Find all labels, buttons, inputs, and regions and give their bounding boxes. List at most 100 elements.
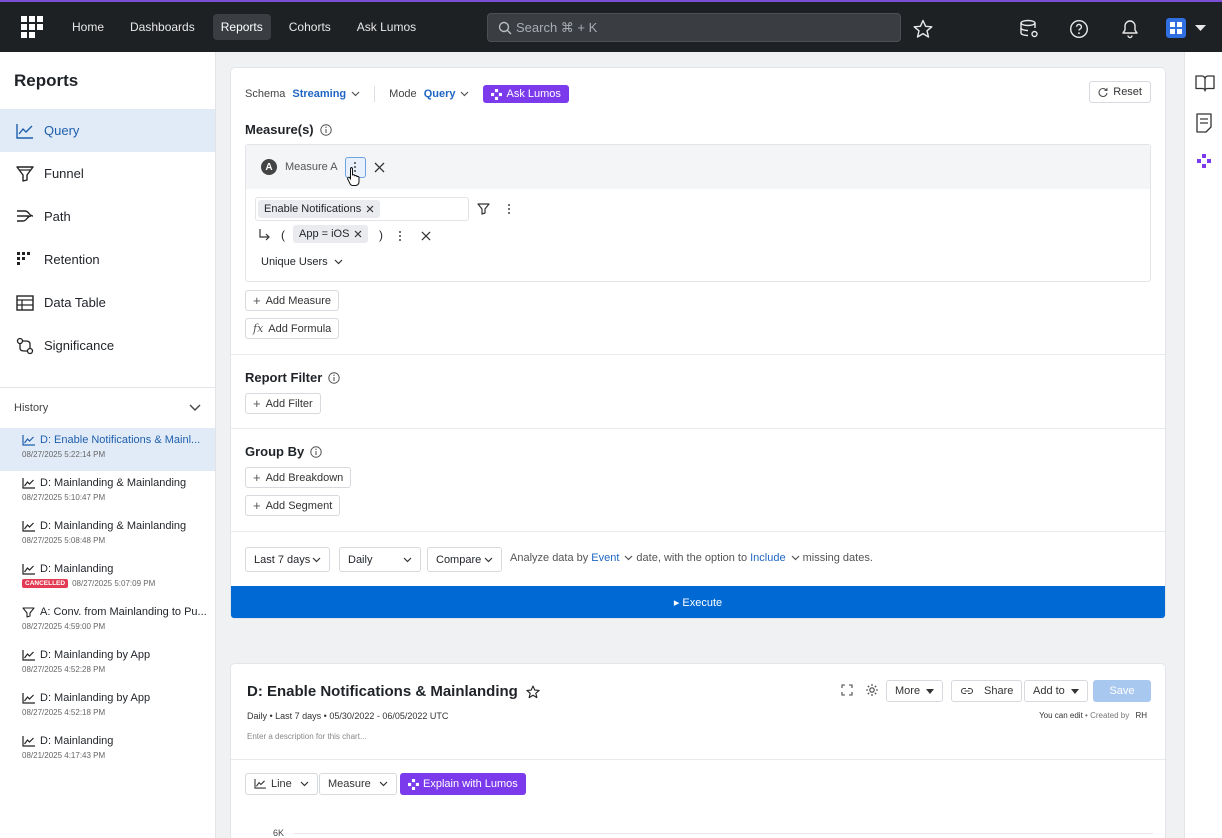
chart-type-dropdown[interactable]: Line [245,773,318,795]
cancelled-badge: CANCELLED [22,579,69,588]
chevron-down-icon[interactable] [189,404,201,412]
add-filter-label: Add Filter [265,397,313,410]
query-builder-panel: Schema Streaming Mode Query Ask Lumos Re… [231,68,1165,618]
info-icon[interactable] [319,123,332,136]
granularity-dropdown[interactable]: Daily [339,547,421,572]
sidebar-item-path[interactable]: Path [0,195,215,238]
add-to-label: Add to [1033,685,1065,697]
sidebar-item-data-table[interactable]: Data Table [0,281,215,324]
event-chip[interactable]: Enable Notifications [258,200,381,218]
sidebar-item-significance[interactable]: Significance [0,324,215,367]
date-basis-dropdown[interactable]: Event [591,552,633,564]
add-breakdown-button[interactable]: + Add Breakdown [245,467,352,488]
add-formula-button[interactable]: fx Add Formula [245,318,340,339]
history-item[interactable]: D: Mainlanding 08/21/2025 4:17:43 PM [0,729,215,772]
event-chip-label: Enable Notifications [264,203,362,215]
mode-dropdown[interactable]: Query [424,88,470,100]
sidebar-item-retention[interactable]: Retention [0,238,215,281]
chart-title[interactable]: D: Enable Notifications & Mainlanding [247,683,518,700]
history-item[interactable]: D: Mainlanding by App 08/27/2025 4:52:18… [0,686,215,729]
divider [231,759,1165,760]
measure-dropdown-value: Measure [328,778,371,790]
add-measure-button[interactable]: + Add Measure [245,290,340,311]
line-chart-icon [22,434,35,446]
add-filter-button[interactable]: + Add Filter [245,393,321,414]
info-icon[interactable] [328,371,340,384]
close-icon[interactable] [374,162,385,173]
app-launcher-icon[interactable] [0,2,64,52]
event-selector[interactable]: Enable Notifications [255,197,469,221]
history-item[interactable]: A: Conv. from Mainlanding to Pu... 08/27… [0,600,215,643]
star-icon[interactable] [526,684,540,699]
sidebar-item-label: Funnel [44,166,84,181]
nav-cohorts[interactable]: Cohorts [281,14,339,40]
chart-description-input[interactable]: Enter a description for this chart... [247,732,367,741]
report-filter-section-title: Report Filter [245,370,340,385]
kebab-icon[interactable] [398,230,402,242]
add-to-dropdown-button[interactable]: Add to [1024,680,1088,702]
creator-initials: RH [1135,711,1147,720]
info-icon[interactable] [310,445,322,458]
fullscreen-icon[interactable] [841,684,853,696]
nav-reports[interactable]: Reports [212,14,271,40]
kebab-icon[interactable] [507,203,511,215]
remove-chip-icon[interactable] [366,205,374,213]
history-header[interactable]: History [0,388,215,428]
history-item[interactable]: D: Mainlanding CANCELLED 08/27/2025 5:07:… [0,557,215,600]
sidebar-item-label: Data Table [44,295,106,310]
analyze-prefix: Analyze data by [510,552,589,564]
nav-dashboards[interactable]: Dashboards [122,14,203,40]
history-item-date: 08/27/2025 4:52:28 PM [22,665,106,674]
close-icon[interactable] [421,231,431,241]
notes-icon[interactable] [1195,113,1213,133]
add-segment-button[interactable]: + Add Segment [245,495,341,516]
workspace-grid-icon [1170,22,1182,34]
schema-dropdown[interactable]: Streaming [292,88,360,100]
nav-ask-lumos[interactable]: Ask Lumos [349,14,424,40]
database-settings-icon[interactable] [1019,19,1039,39]
measure-dropdown[interactable]: Measure [319,773,397,795]
history-item[interactable]: D: Mainlanding & Mainlanding 08/27/2025 … [0,471,215,514]
chevron-down-icon [791,555,800,561]
chart-result-panel: D: Enable Notifications & Mainlanding Da… [231,664,1165,838]
help-icon[interactable] [1069,19,1089,39]
notifications-bell-icon[interactable] [1120,19,1140,39]
property-filter-label: App = iOS [299,228,350,240]
reset-button[interactable]: Reset [1089,81,1151,103]
execute-button[interactable]: ▸ Execute [231,586,1165,618]
y-axis-tick-label: 6K [273,828,285,838]
aggregation-dropdown[interactable]: Unique Users [255,250,349,274]
reset-label: Reset [1113,86,1142,98]
star-icon[interactable] [913,19,933,39]
missing-dates-dropdown[interactable]: Include [750,552,800,564]
analyze-mid: date, with the option to [636,552,748,564]
chevron-down-icon [403,557,412,562]
share-button[interactable]: Share [951,680,1023,702]
save-button[interactable]: Save [1093,680,1151,702]
open-book-icon[interactable] [1195,74,1215,92]
property-filter-chip[interactable]: App = iOS [293,225,369,243]
compare-dropdown[interactable]: Compare [427,547,502,572]
account-dropdown-caret-icon[interactable] [1195,25,1206,32]
explain-with-lumos-button[interactable]: Explain with Lumos [400,773,526,795]
remove-chip-icon[interactable] [354,230,362,238]
history-item[interactable]: D: Mainlanding by App 08/27/2025 4:52:28… [0,643,215,686]
filter-funnel-icon[interactable] [477,203,490,215]
history-item-title: A: Conv. from Mainlanding to Pu... [40,606,207,618]
lumos-sparkle-icon[interactable] [1197,154,1211,168]
more-dropdown-button[interactable]: More [886,680,944,702]
chevron-down-icon [461,91,469,97]
nav-home[interactable]: Home [64,14,112,40]
gear-icon[interactable] [865,683,879,697]
ask-lumos-button[interactable]: Ask Lumos [483,85,569,103]
history-item[interactable]: D: Enable Notifications & Mainl... 08/27… [0,428,215,471]
workspace-avatar[interactable] [1166,18,1186,38]
date-range-dropdown[interactable]: Last 7 days [245,547,330,572]
sidebar-item-query[interactable]: Query [0,109,215,152]
measure-name[interactable]: Measure A [285,161,338,173]
history-item[interactable]: D: Mainlanding & Mainlanding 08/27/2025 … [0,514,215,557]
sidebar-item-funnel[interactable]: Funnel [0,152,215,195]
search-input[interactable]: Search ⌘ + K [487,13,901,42]
reports-sidebar: Reports Query Funnel Path Retention Data… [0,52,216,838]
measures-title: Measure(s) [245,122,314,137]
